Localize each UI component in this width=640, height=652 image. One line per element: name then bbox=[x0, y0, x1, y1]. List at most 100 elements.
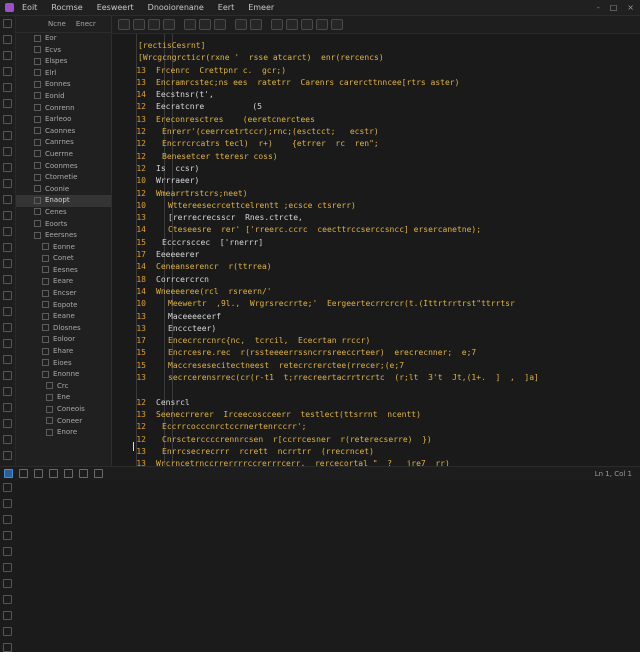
windows-icon[interactable] bbox=[4, 469, 13, 478]
settings-icon[interactable] bbox=[316, 19, 328, 30]
tree-item[interactable]: Canrnes bbox=[16, 137, 111, 149]
activity-icon[interactable] bbox=[3, 259, 12, 268]
code-line[interactable]: 13 Frcenrc Crettpnr c. gcr;) bbox=[112, 65, 640, 77]
copy-icon[interactable] bbox=[199, 19, 211, 30]
code-line[interactable]: [rectisCesrnt] bbox=[112, 40, 640, 52]
activity-icon[interactable] bbox=[3, 611, 12, 620]
tree-item[interactable]: Eoorts bbox=[16, 219, 111, 231]
code-line[interactable]: 14 Ceneanserencr r(ttrrea) bbox=[112, 261, 640, 273]
activity-icon[interactable] bbox=[3, 499, 12, 508]
activity-icon[interactable] bbox=[3, 323, 12, 332]
tree-item[interactable]: Ecvs bbox=[16, 45, 111, 57]
code-line[interactable]: 12 Wmearrtrstcrs;neet) bbox=[112, 188, 640, 200]
code-line[interactable]: 13 Wrcrncetrnccrrerrrrccrerrrcerr, rercec… bbox=[112, 458, 640, 466]
tree-item[interactable]: Eonnes bbox=[16, 79, 111, 91]
find-icon[interactable] bbox=[235, 19, 247, 30]
redo-icon[interactable] bbox=[163, 19, 175, 30]
code-line[interactable]: 12 Is ccsr) bbox=[112, 163, 640, 175]
activity-icon[interactable] bbox=[3, 339, 12, 348]
activity-icon[interactable] bbox=[3, 163, 12, 172]
code-line[interactable]: 14 Wneeeeree(rcl rsreern/' bbox=[112, 286, 640, 298]
tree-item[interactable]: Enonne bbox=[16, 369, 111, 381]
sidebar-tab-enter[interactable]: Enecr bbox=[76, 20, 96, 28]
activity-icon[interactable] bbox=[3, 35, 12, 44]
activity-icon[interactable] bbox=[3, 19, 12, 28]
tree-item[interactable]: Encser bbox=[16, 288, 111, 300]
run-icon[interactable] bbox=[271, 19, 283, 30]
activity-icon[interactable] bbox=[3, 563, 12, 572]
sidebar-tab-name[interactable]: Ncne bbox=[48, 20, 66, 28]
menu-item-browse[interactable]: Rocmse bbox=[51, 3, 82, 12]
tree-item[interactable]: Eeersnes bbox=[16, 230, 111, 242]
code-line[interactable]: 15 Maccresesecitectneest retecrcrerctee(r… bbox=[112, 360, 640, 372]
browser-icon[interactable] bbox=[79, 469, 88, 478]
tree-item[interactable]: Enore bbox=[16, 427, 111, 439]
activity-icon[interactable] bbox=[3, 643, 12, 652]
tree-item[interactable]: Conrenn bbox=[16, 103, 111, 115]
activity-icon[interactable] bbox=[3, 595, 12, 604]
tree-item[interactable]: Enaopt bbox=[16, 195, 111, 207]
activity-icon[interactable] bbox=[3, 355, 12, 364]
code-line[interactable]: 13 secrcerensrrec(cr(r-t1 t;rrecreertacrr… bbox=[112, 372, 640, 384]
menu-item-documents[interactable]: Dnooiorenane bbox=[148, 3, 204, 12]
code-line[interactable]: 13 [rerrecrecsscr Rnes.ctrcte, bbox=[112, 212, 640, 224]
code-line[interactable]: 18 Corrcercrcn bbox=[112, 274, 640, 286]
tree-item[interactable]: Crc bbox=[16, 381, 111, 393]
activity-icon[interactable] bbox=[3, 435, 12, 444]
code-area[interactable]: [rectisCesrnt] [Wrcgcngrcticr(rxne ' rsse… bbox=[112, 40, 640, 466]
code-line[interactable]: 15 Ecccrsccec ['rnerrr] bbox=[112, 237, 640, 249]
tree-item[interactable]: Coneer bbox=[16, 416, 111, 428]
activity-icon[interactable] bbox=[3, 547, 12, 556]
activity-icon[interactable] bbox=[3, 451, 12, 460]
menu-item-help[interactable]: Emeer bbox=[248, 3, 274, 12]
git-icon[interactable] bbox=[64, 469, 73, 478]
maximize-icon[interactable]: □ bbox=[610, 3, 618, 12]
activity-icon[interactable] bbox=[3, 307, 12, 316]
tree-item[interactable]: Cuerrne bbox=[16, 149, 111, 161]
activity-icon[interactable] bbox=[3, 99, 12, 108]
menu-item-insert[interactable]: Eesweert bbox=[97, 3, 134, 12]
code-line[interactable] bbox=[112, 384, 640, 396]
code-line[interactable]: 12 Eccrrcocccnrctccrnertenrccrr'; bbox=[112, 421, 640, 433]
code-editor[interactable]: [rectisCesrnt] [Wrcgcngrcticr(rxne ' rsse… bbox=[112, 34, 640, 466]
code-line[interactable]: 12 Censrcl bbox=[112, 397, 640, 409]
activity-icon[interactable] bbox=[3, 579, 12, 588]
activity-icon[interactable] bbox=[3, 515, 12, 524]
tree-item[interactable]: Eeane bbox=[16, 311, 111, 323]
code-line[interactable]: 14 Eecstnsr(t', bbox=[112, 89, 640, 101]
new-file-icon[interactable] bbox=[118, 19, 130, 30]
activity-icon[interactable] bbox=[3, 387, 12, 396]
activity-icon[interactable] bbox=[3, 211, 12, 220]
tree-item[interactable]: Coonie bbox=[16, 184, 111, 196]
code-line[interactable]: 13 Ereconresctres (eeretcnerctees bbox=[112, 114, 640, 126]
activity-icon[interactable] bbox=[3, 147, 12, 156]
tree-item[interactable]: Ehare bbox=[16, 346, 111, 358]
paste-icon[interactable] bbox=[214, 19, 226, 30]
activity-icon[interactable] bbox=[3, 179, 12, 188]
tree-item[interactable]: Caonnes bbox=[16, 126, 111, 138]
activity-icon[interactable] bbox=[3, 131, 12, 140]
cut-icon[interactable] bbox=[184, 19, 196, 30]
app-logo-icon[interactable] bbox=[5, 3, 14, 12]
code-line[interactable]: 12 Encrrcrcatrs tecl) r+) {etrrer rc ren"… bbox=[112, 138, 640, 150]
code-line[interactable]: 13 Encccteer) bbox=[112, 323, 640, 335]
tree-item[interactable]: Elspes bbox=[16, 56, 111, 68]
terminal-icon[interactable] bbox=[49, 469, 58, 478]
activity-icon[interactable] bbox=[3, 275, 12, 284]
activity-icon[interactable] bbox=[3, 83, 12, 92]
activity-icon[interactable] bbox=[3, 227, 12, 236]
tree-item[interactable]: Coonmes bbox=[16, 161, 111, 173]
debug-icon[interactable] bbox=[286, 19, 298, 30]
code-line[interactable]: 12 Cnrscterccccrennrcsen r[ccrrcesner r(r… bbox=[112, 434, 640, 446]
code-line[interactable]: 13 Seenecrrerer Irceecoscceerr testlect(t… bbox=[112, 409, 640, 421]
tree-item[interactable]: Coneois bbox=[16, 404, 111, 416]
minimize-icon[interactable]: - bbox=[597, 3, 600, 12]
tree-item[interactable]: Eesnes bbox=[16, 265, 111, 277]
folder-icon[interactable] bbox=[34, 469, 43, 478]
code-line[interactable]: 12 Benesetcer tteresr coss) bbox=[112, 151, 640, 163]
activity-icon[interactable] bbox=[3, 243, 12, 252]
activity-icon[interactable] bbox=[3, 627, 12, 636]
activity-icon[interactable] bbox=[3, 115, 12, 124]
code-line[interactable]: 13 Maceeeecerf bbox=[112, 311, 640, 323]
settings-icon[interactable] bbox=[94, 469, 103, 478]
